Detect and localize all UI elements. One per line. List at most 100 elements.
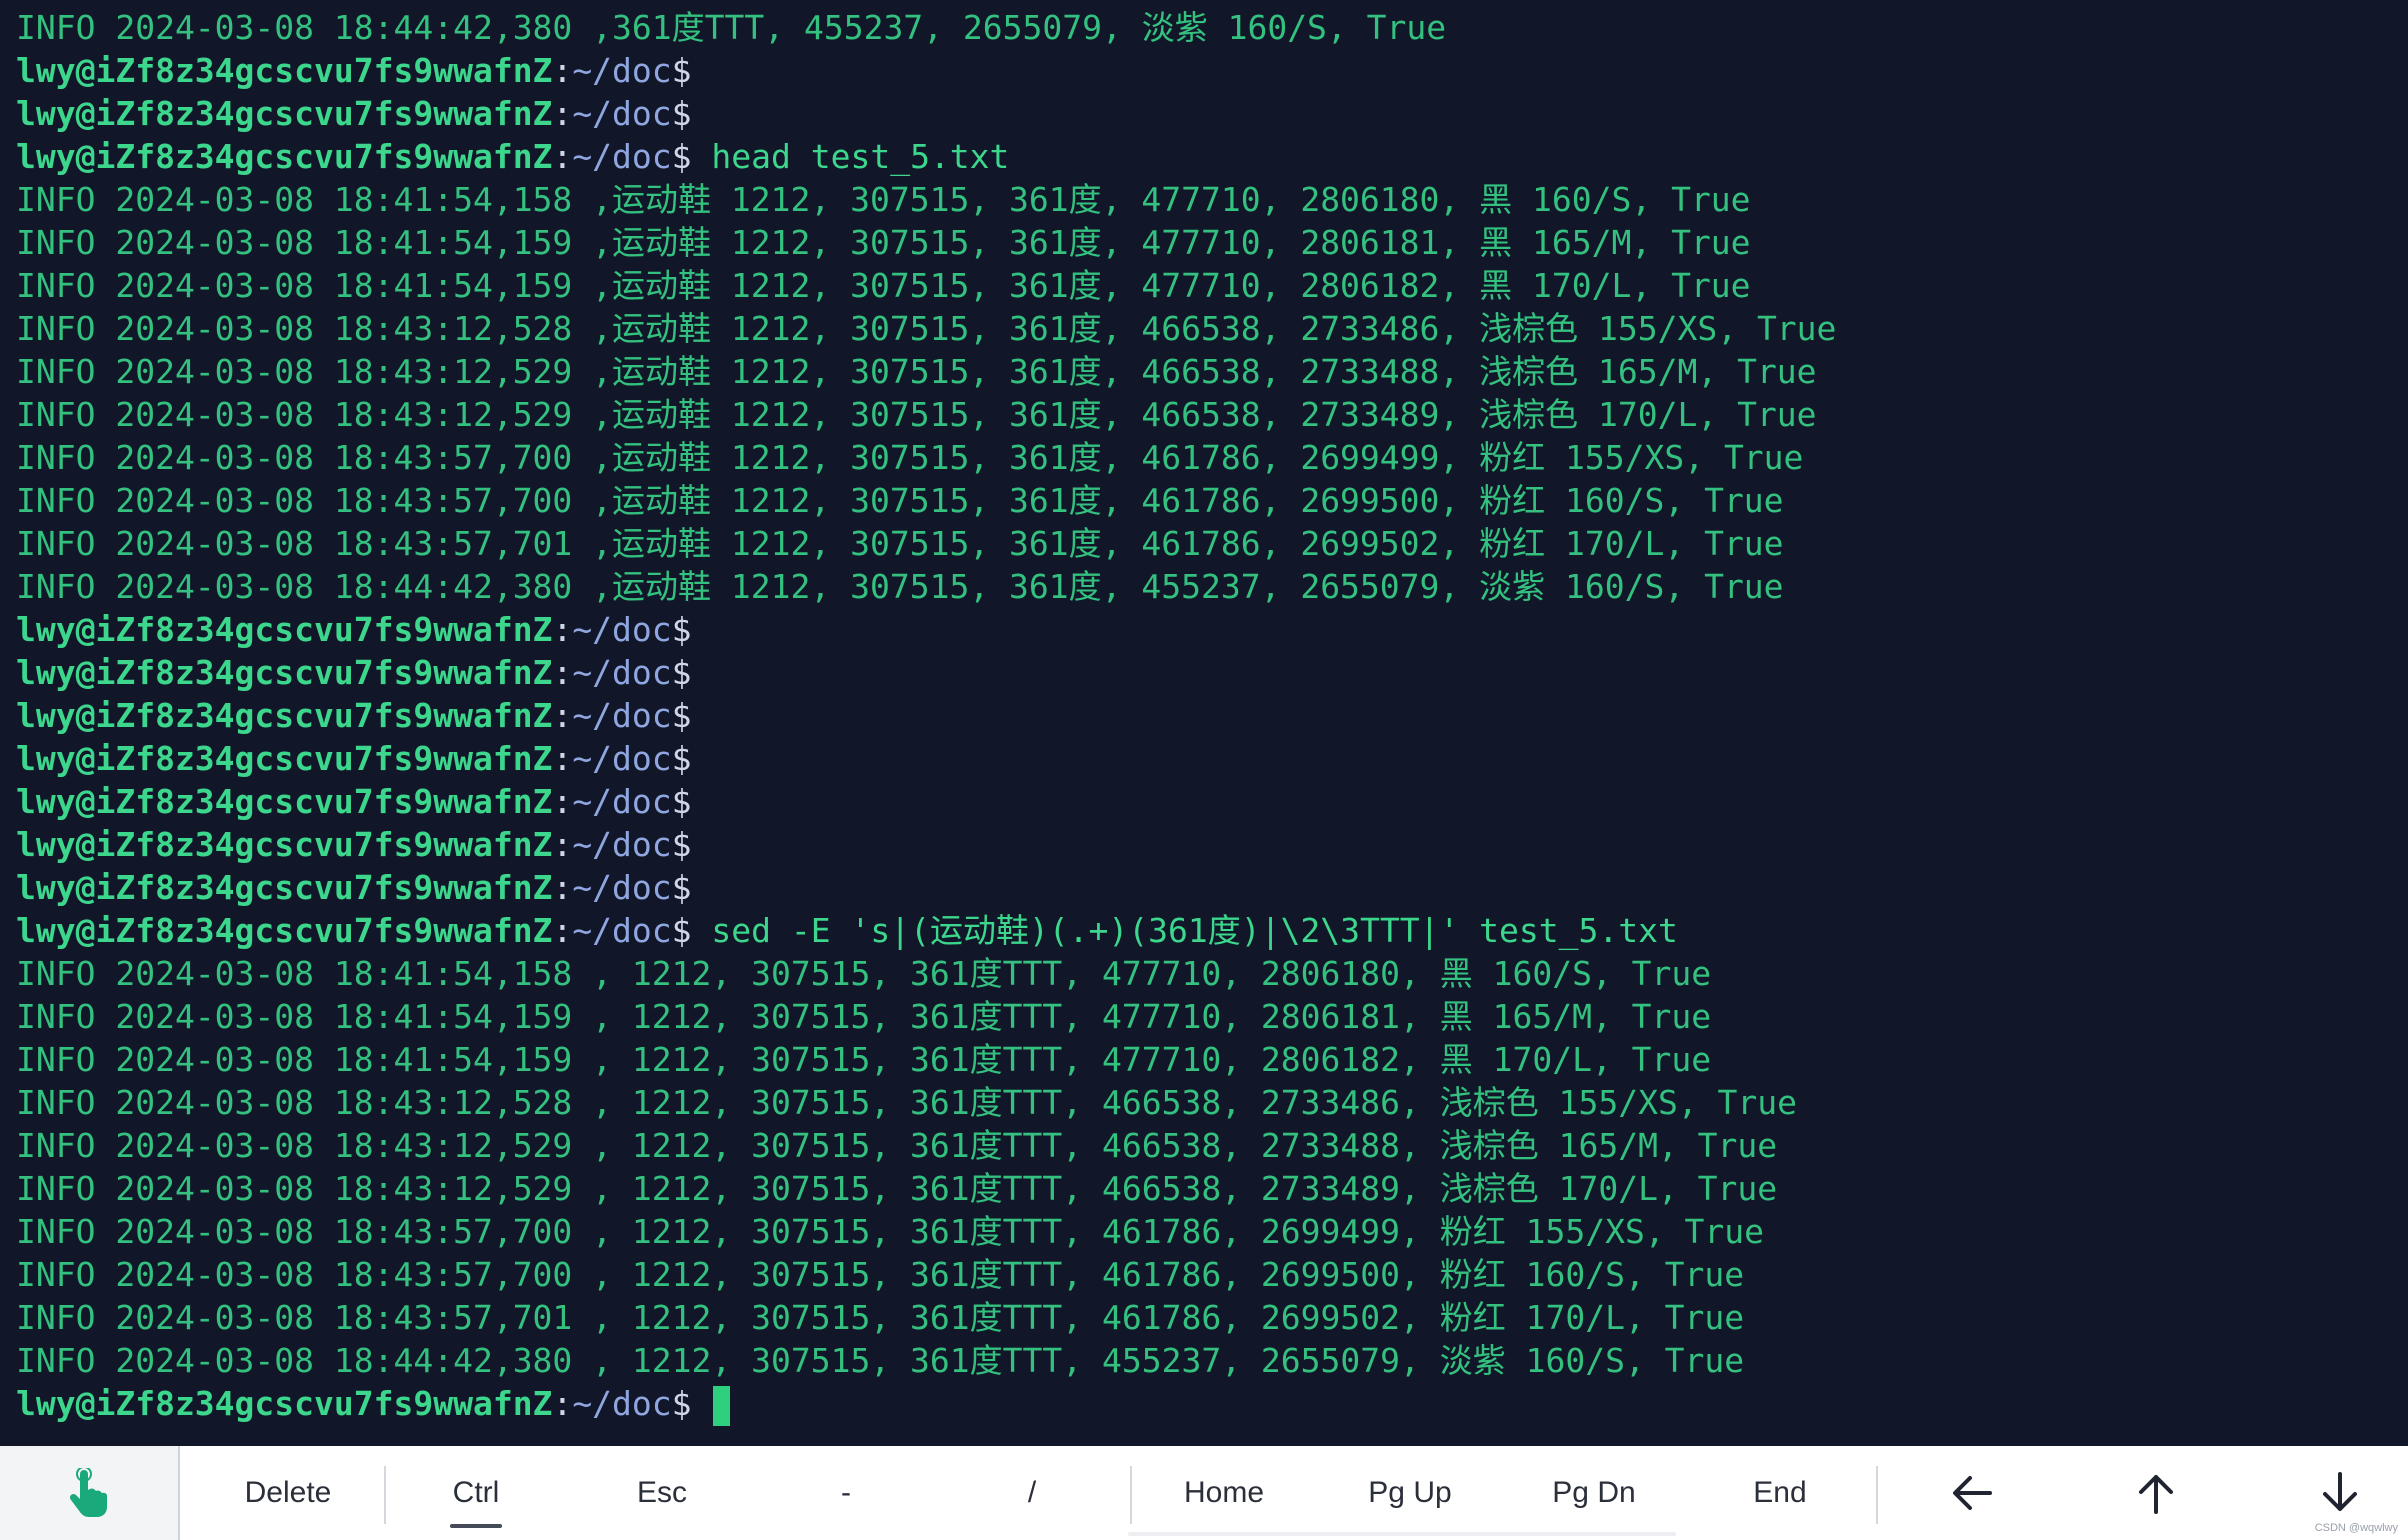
- prompt-path: ~/doc: [572, 137, 672, 176]
- terminal-output[interactable]: INFO 2024-03-08 18:44:42,380 ,361度TTT, 4…: [0, 0, 2408, 1446]
- arrow-down-icon: [2323, 1472, 2357, 1511]
- command-text: [692, 1384, 712, 1423]
- prompt-user-host: lwy@iZf8z34gcscvu7fs9wwafnZ: [16, 94, 553, 133]
- prompt-path: ~/doc: [572, 610, 672, 649]
- prompt-path: ~/doc: [572, 653, 672, 692]
- key-end[interactable]: End: [1700, 1446, 1860, 1540]
- key-pgup[interactable]: Pg Up: [1330, 1446, 1490, 1540]
- prompt-line: lwy@iZf8z34gcscvu7fs9wwafnZ:~/doc$: [16, 866, 692, 909]
- key-home[interactable]: Home: [1144, 1446, 1304, 1540]
- prompt-dollar: $: [671, 911, 692, 950]
- watermark: CSDN @wqwlwy: [2314, 1522, 2398, 1534]
- key-separator: [1130, 1466, 1132, 1524]
- prompt-line: lwy@iZf8z34gcscvu7fs9wwafnZ:~/doc$ sed -…: [16, 909, 1678, 952]
- prompt-line: lwy@iZf8z34gcscvu7fs9wwafnZ:~/doc$: [16, 651, 692, 694]
- prompt-dollar: $: [671, 782, 692, 821]
- prompt-path: ~/doc: [572, 868, 672, 907]
- prompt-user-host: lwy@iZf8z34gcscvu7fs9wwafnZ: [16, 868, 553, 907]
- prompt-user-host: lwy@iZf8z34gcscvu7fs9wwafnZ: [16, 610, 553, 649]
- prompt-path: ~/doc: [572, 94, 672, 133]
- prompt-line: lwy@iZf8z34gcscvu7fs9wwafnZ:~/doc$: [16, 608, 692, 651]
- output-line: INFO 2024-03-08 18:43:12,529 , 1212, 307…: [16, 1126, 1778, 1165]
- command-text: sed -E 's|(运动鞋)(.+)(361度)|\2\3TTT|' test…: [691, 911, 1678, 950]
- output-line: INFO 2024-03-08 18:43:12,528 ,运动鞋 1212, …: [16, 309, 1837, 348]
- key-esc[interactable]: Esc: [582, 1446, 742, 1540]
- key-dash[interactable]: -: [766, 1446, 926, 1540]
- prompt-line: lwy@iZf8z34gcscvu7fs9wwafnZ:~/doc$: [16, 49, 692, 92]
- prompt-path: ~/doc: [572, 825, 672, 864]
- prompt-dollar: $: [671, 1384, 692, 1423]
- prompt-path: ~/doc: [572, 782, 672, 821]
- key-pgdn[interactable]: Pg Dn: [1514, 1446, 1674, 1540]
- prompt-dollar: $: [671, 51, 692, 90]
- prompt-user-host: lwy@iZf8z34gcscvu7fs9wwafnZ: [16, 911, 553, 950]
- prompt-dollar: $: [671, 653, 692, 692]
- prompt-path: ~/doc: [572, 911, 672, 950]
- prompt-colon: :: [552, 782, 573, 821]
- key-arrow-left[interactable]: [1910, 1446, 2030, 1540]
- output-line: INFO 2024-03-08 18:41:54,159 ,运动鞋 1212, …: [16, 266, 1751, 305]
- output-line: INFO 2024-03-08 18:43:57,700 ,运动鞋 1212, …: [16, 481, 1784, 520]
- ctrl-active-indicator: [450, 1524, 502, 1528]
- touch-hand-icon: [69, 1468, 107, 1517]
- prompt-colon: :: [552, 94, 573, 133]
- keybar-scroll-indicator: [1128, 1532, 1676, 1536]
- output-line: INFO 2024-03-08 18:41:54,159 ,运动鞋 1212, …: [16, 223, 1751, 262]
- output-line: INFO 2024-03-08 18:43:57,700 ,运动鞋 1212, …: [16, 438, 1804, 477]
- prompt-line: lwy@iZf8z34gcscvu7fs9wwafnZ:~/doc$: [16, 92, 692, 135]
- prompt-colon: :: [552, 1384, 573, 1423]
- output-line: INFO 2024-03-08 18:43:12,529 ,运动鞋 1212, …: [16, 352, 1817, 391]
- prompt-colon: :: [552, 137, 573, 176]
- arrow-up-icon: [2139, 1475, 2173, 1514]
- terminal-app: INFO 2024-03-08 18:44:42,380 ,361度TTT, 4…: [0, 0, 2408, 1540]
- key-delete[interactable]: Delete: [206, 1446, 370, 1540]
- output-line: INFO 2024-03-08 18:41:54,158 , 1212, 307…: [16, 954, 1712, 993]
- prompt-path: ~/doc: [572, 51, 672, 90]
- prompt-user-host: lwy@iZf8z34gcscvu7fs9wwafnZ: [16, 1384, 553, 1423]
- prompt-path: ~/doc: [572, 739, 672, 778]
- prompt-line: lwy@iZf8z34gcscvu7fs9wwafnZ:~/doc$: [16, 823, 692, 866]
- output-line: INFO 2024-03-08 18:44:42,380 ,361度TTT, 4…: [16, 8, 1447, 47]
- prompt-colon: :: [552, 51, 573, 90]
- prompt-dollar: $: [671, 94, 692, 133]
- prompt-dollar: $: [671, 610, 692, 649]
- prompt-user-host: lwy@iZf8z34gcscvu7fs9wwafnZ: [16, 696, 553, 735]
- output-line: INFO 2024-03-08 18:41:54,159 , 1212, 307…: [16, 997, 1712, 1036]
- key-arrow-up[interactable]: [2094, 1446, 2214, 1540]
- output-line: INFO 2024-03-08 18:41:54,159 , 1212, 307…: [16, 1040, 1712, 1079]
- key-ctrl[interactable]: Ctrl: [396, 1446, 556, 1540]
- prompt-dollar: $: [671, 696, 692, 735]
- key-separator: [1876, 1466, 1878, 1524]
- extra-keys-bar: Delete Ctrl Esc - / Home Pg Up Pg Dn End: [0, 1446, 2408, 1540]
- output-line: INFO 2024-03-08 18:43:57,700 , 1212, 307…: [16, 1255, 1745, 1294]
- prompt-colon: :: [552, 825, 573, 864]
- key-slash[interactable]: /: [952, 1446, 1112, 1540]
- prompt-colon: :: [552, 868, 573, 907]
- prompt-colon: :: [552, 653, 573, 692]
- prompt-path: ~/doc: [572, 696, 672, 735]
- touch-mode-button[interactable]: [0, 1446, 180, 1540]
- prompt-line: lwy@iZf8z34gcscvu7fs9wwafnZ:~/doc$: [16, 780, 692, 823]
- output-line: INFO 2024-03-08 18:41:54,158 ,运动鞋 1212, …: [16, 180, 1751, 219]
- prompt-colon: :: [552, 696, 573, 735]
- output-line: INFO 2024-03-08 18:44:42,380 , 1212, 307…: [16, 1341, 1745, 1380]
- prompt-user-host: lwy@iZf8z34gcscvu7fs9wwafnZ: [16, 51, 553, 90]
- prompt-user-host: lwy@iZf8z34gcscvu7fs9wwafnZ: [16, 825, 553, 864]
- output-line: INFO 2024-03-08 18:43:12,528 , 1212, 307…: [16, 1083, 1798, 1122]
- output-line: INFO 2024-03-08 18:43:57,700 , 1212, 307…: [16, 1212, 1765, 1251]
- prompt-user-host: lwy@iZf8z34gcscvu7fs9wwafnZ: [16, 653, 553, 692]
- output-line: INFO 2024-03-08 18:43:57,701 ,运动鞋 1212, …: [16, 524, 1784, 563]
- output-line: INFO 2024-03-08 18:43:12,529 ,运动鞋 1212, …: [16, 395, 1817, 434]
- prompt-line: lwy@iZf8z34gcscvu7fs9wwafnZ:~/doc$: [16, 1382, 731, 1426]
- command-text: head test_5.txt: [691, 137, 1010, 176]
- prompt-dollar: $: [671, 825, 692, 864]
- prompt-user-host: lwy@iZf8z34gcscvu7fs9wwafnZ: [16, 739, 553, 778]
- prompt-dollar: $: [671, 868, 692, 907]
- prompt-line: lwy@iZf8z34gcscvu7fs9wwafnZ:~/doc$: [16, 694, 692, 737]
- prompt-path: ~/doc: [572, 1384, 672, 1423]
- output-line: INFO 2024-03-08 18:44:42,380 ,运动鞋 1212, …: [16, 567, 1784, 606]
- prompt-user-host: lwy@iZf8z34gcscvu7fs9wwafnZ: [16, 782, 553, 821]
- prompt-line: lwy@iZf8z34gcscvu7fs9wwafnZ:~/doc$: [16, 737, 692, 780]
- prompt-colon: :: [552, 911, 573, 950]
- prompt-dollar: $: [671, 739, 692, 778]
